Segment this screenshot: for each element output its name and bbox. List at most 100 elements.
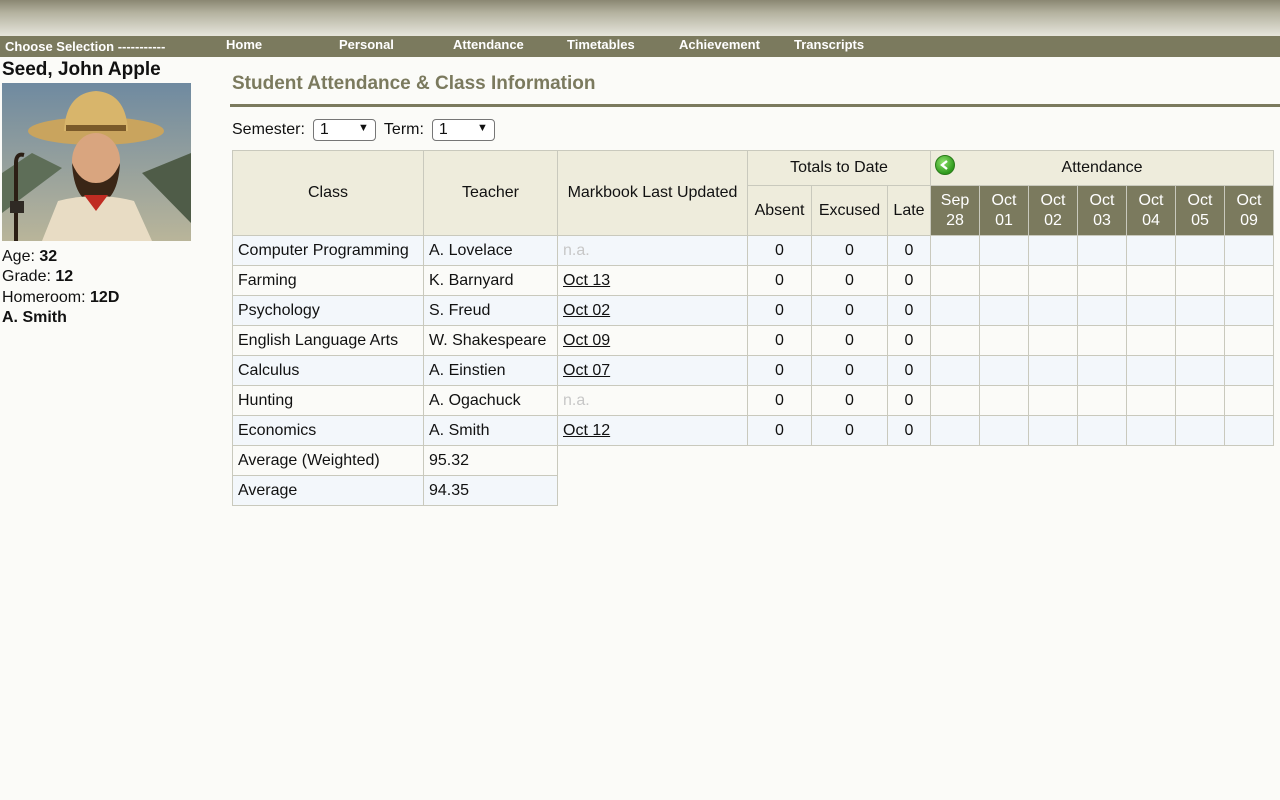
empty-cell (1225, 446, 1274, 476)
nav-achievement[interactable]: Achievement (679, 37, 760, 52)
date-header: Oct 03 (1077, 185, 1127, 236)
late-count: 0 (887, 265, 931, 296)
absent-count: 0 (747, 355, 812, 386)
nav-personal[interactable]: Personal (339, 37, 394, 52)
date-header: Oct 05 (1175, 185, 1225, 236)
class-name: Hunting (232, 385, 424, 416)
attendance-cell (1224, 415, 1274, 446)
markbook-updated: n.a. (557, 235, 748, 266)
nav-attendance[interactable]: Attendance (453, 37, 524, 52)
empty-cell (931, 446, 980, 476)
absent-count: 0 (747, 325, 812, 356)
excused-count: 0 (811, 415, 888, 446)
attendance-cell (1126, 325, 1176, 356)
choose-selection-dropdown[interactable]: Choose Selection ----------- (5, 39, 183, 54)
empty-cell (980, 446, 1029, 476)
markbook-updated: Oct 07 (557, 355, 748, 386)
attendance-cell (1224, 325, 1274, 356)
attendance-cell (1175, 235, 1225, 266)
markbook-updated: Oct 09 (557, 325, 748, 356)
empty-cell (1225, 476, 1274, 506)
student-age: Age: 32 (2, 248, 58, 265)
empty-cell (812, 476, 888, 506)
table-row: Computer Programming A. Lovelace n.a. 0 0 0 (232, 235, 1274, 266)
attendance-cell (1175, 265, 1225, 296)
attendance-cell (930, 265, 980, 296)
attendance-cell (979, 325, 1029, 356)
teacher-name: A. Smith (423, 415, 558, 446)
attendance-cell (1224, 265, 1274, 296)
term-select[interactable]: 1 ▼ (431, 119, 495, 141)
markbook-updated: n.a. (557, 385, 748, 416)
student-homeroom: Homeroom: 12D (2, 289, 120, 306)
excused-count: 0 (811, 355, 888, 386)
average-row: Average (Weighted) 95.32 (232, 445, 1274, 476)
col-class: Class (232, 150, 424, 236)
excused-count: 0 (811, 265, 888, 296)
empty-cell (888, 476, 931, 506)
absent-count: 0 (747, 415, 812, 446)
excused-count: 0 (811, 295, 888, 326)
teacher-name: A. Lovelace (423, 235, 558, 266)
attendance-cell (1028, 355, 1078, 386)
empty-cell (748, 446, 812, 476)
late-count: 0 (887, 295, 931, 326)
back-arrow-icon[interactable] (935, 155, 955, 175)
table-row: Psychology S. Freud Oct 02 0 0 0 (232, 295, 1274, 326)
absent-count: 0 (747, 295, 812, 326)
attendance-cell (1126, 415, 1176, 446)
markbook-link[interactable]: Oct 07 (563, 362, 610, 379)
excused-count: 0 (811, 235, 888, 266)
nav-transcripts[interactable]: Transcripts (794, 37, 864, 52)
dropdown-arrow-icon: ▼ (358, 122, 369, 134)
empty-cell (1029, 476, 1078, 506)
nav-timetables[interactable]: Timetables (567, 37, 635, 52)
col-attendance: Attendance (930, 150, 1274, 186)
dropdown-arrow-icon: ▼ (477, 122, 488, 134)
class-name: Farming (232, 265, 424, 296)
attendance-cell (979, 385, 1029, 416)
col-teacher: Teacher (423, 150, 558, 236)
markbook-link[interactable]: Oct 09 (563, 332, 610, 349)
attendance-cell (1126, 295, 1176, 326)
empty-cell (1029, 446, 1078, 476)
student-grade: Grade: 12 (2, 268, 74, 285)
attendance-cell (1077, 265, 1127, 296)
class-name: Psychology (232, 295, 424, 326)
attendance-cell (979, 295, 1029, 326)
semester-select[interactable]: 1 ▼ (312, 119, 376, 141)
attendance-cell (930, 235, 980, 266)
late-count: 0 (887, 415, 931, 446)
attendance-cell (979, 235, 1029, 266)
markbook-updated: Oct 02 (557, 295, 748, 326)
empty-cell (558, 476, 748, 506)
empty-cell (1176, 446, 1225, 476)
markbook-na: n.a. (563, 241, 590, 259)
markbook-link[interactable]: Oct 13 (563, 272, 610, 289)
excused-count: 0 (811, 325, 888, 356)
teacher-name: A. Einstien (423, 355, 558, 386)
absent-count: 0 (747, 235, 812, 266)
nav-home[interactable]: Home (226, 37, 262, 52)
empty-cell (1078, 446, 1127, 476)
class-name: Computer Programming (232, 235, 424, 266)
title-divider (230, 104, 1280, 107)
attendance-cell (930, 355, 980, 386)
class-name: Calculus (232, 355, 424, 386)
markbook-link[interactable]: Oct 02 (563, 302, 610, 319)
col-totals: Totals to Date (747, 150, 931, 186)
student-advisor: A. Smith (2, 309, 67, 326)
empty-cell (931, 476, 980, 506)
term-label: Term: (383, 121, 424, 139)
empty-cell (558, 446, 748, 476)
attendance-cell (1028, 295, 1078, 326)
class-name: Economics (232, 415, 424, 446)
attendance-cell (979, 355, 1029, 386)
attendance-cell (930, 415, 980, 446)
late-count: 0 (887, 355, 931, 386)
markbook-link[interactable]: Oct 12 (563, 422, 610, 439)
attendance-cell (1028, 415, 1078, 446)
col-absent: Absent (747, 185, 812, 236)
attendance-cell (1077, 325, 1127, 356)
attendance-cell (1028, 235, 1078, 266)
